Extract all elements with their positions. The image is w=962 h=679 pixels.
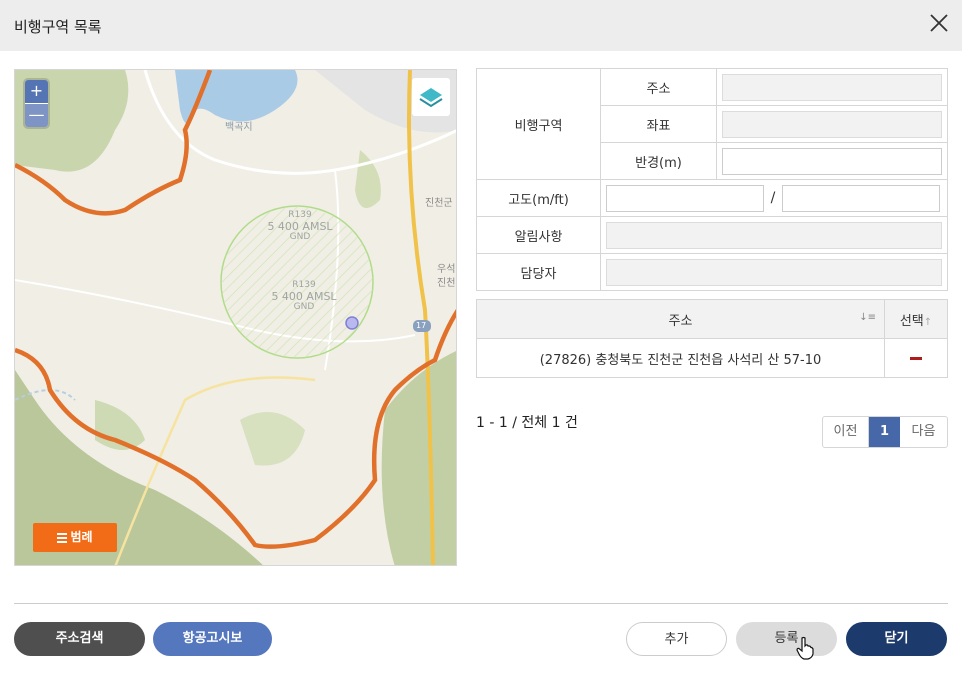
column-label: 주소 (668, 313, 693, 329)
manager-field (606, 258, 942, 286)
zone-label-upper: R139 5 400 AMSL GND (255, 210, 345, 243)
place-label: 백곡지 (225, 122, 253, 133)
hand-cursor-icon (796, 636, 814, 660)
next-page-button[interactable]: 다음 (900, 417, 947, 447)
sort-arrow-icon: ↑ (923, 316, 933, 328)
add-button[interactable]: 추가 (626, 622, 727, 656)
address-search-button[interactable]: 주소검색 (14, 622, 145, 656)
radius-label: 반경(m) (600, 142, 717, 180)
dialog-title: 비행구역 목록 (14, 18, 102, 36)
place-label: 우석 (437, 264, 456, 275)
zoom-out-button[interactable]: — (25, 104, 48, 127)
altitude-separator: / (770, 190, 776, 206)
place-label: 진천 (437, 278, 456, 289)
altitude-max-input[interactable] (782, 184, 940, 212)
divider (14, 603, 948, 604)
zone-form: 비행구역 주소 좌표 반경(m) 고도(m/ft) / 알림사항 담당자 (476, 68, 948, 291)
zoom-control: + — (25, 80, 48, 127)
coord-label: 좌표 (600, 105, 717, 143)
place-label: 진천군 (425, 198, 453, 209)
column-label: 선택 (899, 313, 924, 329)
page-button-current[interactable]: 1 (869, 417, 900, 447)
remove-row-button[interactable] (910, 356, 922, 360)
table-header: 주소 ↓≡ 선택↑ (476, 299, 948, 339)
prev-page-button[interactable]: 이전 (823, 417, 869, 447)
register-button[interactable]: 등록 (736, 622, 837, 656)
close-button[interactable]: 닫기 (846, 622, 947, 656)
zone-label: 비행구역 (476, 68, 601, 180)
table-row[interactable]: (27826) 충청북도 진천군 진천읍 사석리 산 57-10 (476, 338, 948, 378)
layers-button[interactable] (412, 78, 450, 116)
legend-label: 범례 (70, 530, 93, 544)
menu-icon (57, 531, 68, 545)
address-label: 주소 (600, 68, 717, 106)
map-canvas[interactable] (15, 70, 457, 566)
coord-field (722, 110, 942, 138)
notice-label: 알림사항 (476, 216, 601, 254)
layers-icon (419, 88, 443, 108)
altitude-range: / (606, 184, 942, 212)
legend-button[interactable]: 범례 (33, 523, 117, 552)
address-table: 주소 ↓≡ 선택↑ (27826) 충청북도 진천군 진천읍 사석리 산 57-… (476, 299, 948, 378)
zone-altitude: 5 400 AMSL (271, 290, 337, 303)
zoom-in-button[interactable]: + (25, 80, 48, 103)
road-number: 17 (416, 321, 427, 330)
zone-base: GND (293, 302, 315, 312)
dialog-header: 비행구역 목록 (0, 0, 962, 51)
radius-input[interactable] (722, 147, 942, 175)
altitude-min-input[interactable] (606, 184, 764, 212)
manager-label: 담당자 (476, 253, 601, 291)
zone-label-lower: R139 5 400 AMSL GND (259, 280, 349, 313)
notice-field (606, 221, 942, 249)
close-icon[interactable] (928, 12, 950, 34)
column-header-select[interactable]: 선택↑ (884, 299, 948, 339)
zone-base: GND (289, 232, 311, 242)
notam-button[interactable]: 항공고시보 (153, 622, 272, 656)
column-header-address[interactable]: 주소 ↓≡ (476, 299, 885, 339)
altitude-label: 고도(m/ft) (476, 179, 601, 217)
sort-icon[interactable]: ↓≡ (859, 312, 876, 323)
result-count: 1 - 1 / 전체 1 건 (476, 415, 578, 431)
zone-altitude: 5 400 AMSL (267, 220, 333, 233)
address-field (722, 73, 942, 101)
row-address: (27826) 충청북도 진천군 진천읍 사석리 산 57-10 (476, 338, 885, 378)
pagination: 이전 1 다음 (822, 416, 948, 448)
map-view[interactable]: R139 5 400 AMSL GND R139 5 400 AMSL GND … (14, 69, 457, 566)
